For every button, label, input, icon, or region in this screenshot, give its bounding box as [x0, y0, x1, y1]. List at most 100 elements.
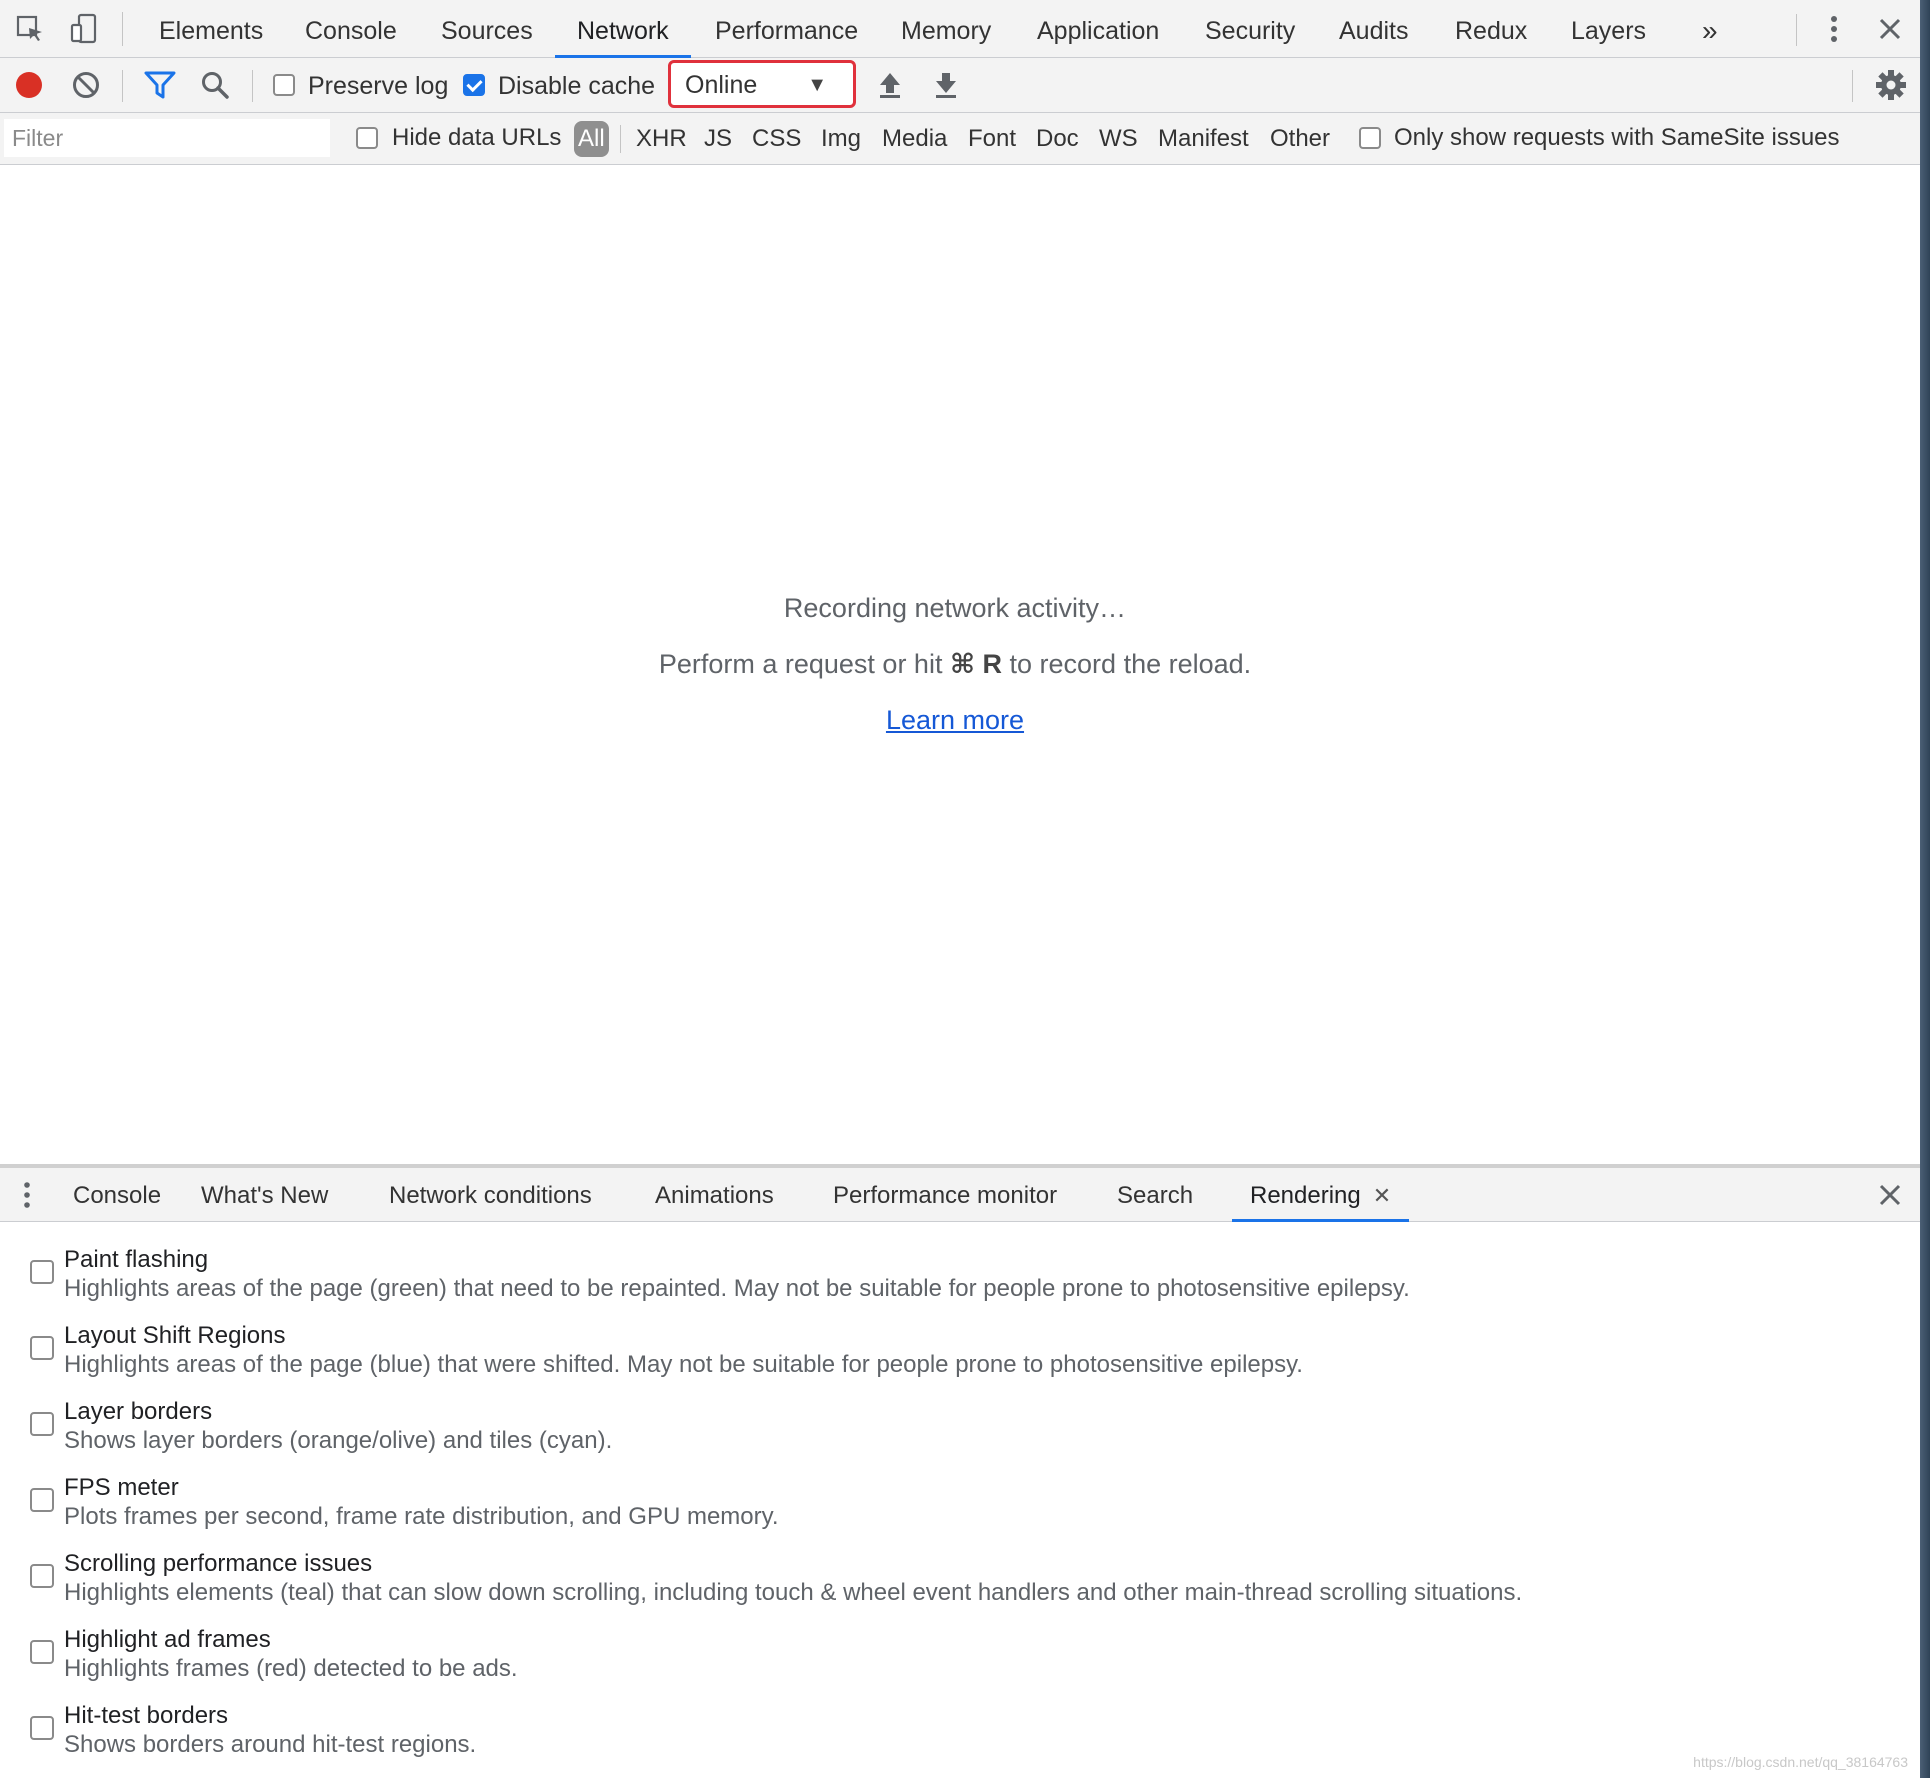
- kebab-menu-icon[interactable]: [1818, 13, 1850, 45]
- filter-bar: Hide data URLs All XHR JS CSS Img Media …: [0, 113, 1920, 165]
- fps-meter-checkbox[interactable]: [30, 1488, 54, 1512]
- tab-redux[interactable]: Redux: [1455, 0, 1527, 58]
- type-filter-font[interactable]: Font: [968, 121, 1016, 157]
- separator: [122, 70, 123, 102]
- type-filter-ws[interactable]: WS: [1099, 121, 1138, 157]
- rendering-option-ad-frames: Highlight ad frames Highlights frames (r…: [0, 1618, 1900, 1690]
- option-title: Hit-test borders: [64, 1702, 229, 1729]
- network-empty-state: Recording network activity… Perform a re…: [0, 165, 1920, 1165]
- separator: [1796, 14, 1797, 46]
- tab-security[interactable]: Security: [1205, 0, 1295, 58]
- type-filter-media[interactable]: Media: [882, 121, 947, 157]
- rendering-option-fps-meter: FPS meter Plots frames per second, frame…: [0, 1466, 1900, 1538]
- learn-more-link[interactable]: Learn more: [0, 705, 1910, 736]
- disable-cache-checkbox[interactable]: [463, 74, 485, 96]
- option-description: Plots frames per second, frame rate dist…: [64, 1503, 779, 1530]
- main-tab-bar: Elements Console Sources Network Perform…: [0, 0, 1920, 58]
- option-title: Paint flashing: [64, 1246, 209, 1273]
- tab-audits[interactable]: Audits: [1339, 0, 1408, 58]
- type-filter-other[interactable]: Other: [1270, 121, 1330, 157]
- close-devtools-icon[interactable]: [1874, 13, 1906, 45]
- separator: [620, 125, 621, 153]
- close-tab-icon[interactable]: ✕: [1373, 1183, 1391, 1208]
- drawer-tab-rendering-label: Rendering: [1250, 1182, 1361, 1209]
- recording-message: Recording network activity…: [783, 593, 1127, 623]
- option-description: Shows layer borders (orange/olive) and t…: [64, 1427, 613, 1454]
- samesite-label: Only show requests with SameSite issues: [1394, 124, 1840, 151]
- tab-elements[interactable]: Elements: [159, 0, 263, 58]
- inspect-element-icon[interactable]: [14, 13, 46, 45]
- layout-shift-checkbox[interactable]: [30, 1336, 54, 1360]
- rendering-option-hit-test-borders: Hit-test borders Shows borders around hi…: [0, 1694, 1900, 1766]
- learn-more-text[interactable]: Learn more: [886, 705, 1024, 735]
- drawer-tab-console[interactable]: Console: [73, 1168, 161, 1222]
- option-description: Shows borders around hit-test regions.: [64, 1731, 477, 1758]
- record-button-icon[interactable]: [12, 68, 46, 102]
- drawer-tab-performance-monitor[interactable]: Performance monitor: [833, 1168, 1057, 1222]
- settings-gear-icon[interactable]: [1874, 68, 1908, 102]
- preserve-log-checkbox[interactable]: [273, 74, 295, 96]
- drawer-tab-bar: Console What's New Network conditions An…: [0, 1168, 1920, 1222]
- close-drawer-icon[interactable]: [1878, 1183, 1902, 1212]
- scrolling-issues-checkbox[interactable]: [30, 1564, 54, 1588]
- reload-hint: Perform a request or hit ⌘ R to record t…: [0, 649, 1910, 680]
- option-description: Highlights elements (teal) that can slow…: [64, 1579, 1523, 1606]
- disable-cache-label: Disable cache: [498, 72, 656, 100]
- type-filter-js[interactable]: JS: [704, 121, 732, 157]
- clear-icon[interactable]: [69, 68, 103, 102]
- layer-borders-checkbox[interactable]: [30, 1412, 54, 1436]
- reload-shortcut: ⌘ R: [949, 649, 1003, 679]
- drawer-menu-icon[interactable]: [22, 1180, 32, 1215]
- ad-frames-checkbox[interactable]: [30, 1640, 54, 1664]
- hide-data-urls-checkbox[interactable]: [356, 127, 378, 149]
- type-filter-xhr[interactable]: XHR: [636, 121, 687, 157]
- rendering-option-paint-flashing: Paint flashing Highlights areas of the p…: [0, 1238, 1900, 1310]
- separator: [1852, 70, 1853, 102]
- separator: [122, 12, 123, 46]
- rendering-option-layer-borders: Layer borders Shows layer borders (orang…: [0, 1390, 1900, 1462]
- rendering-option-scrolling-issues: Scrolling performance issues Highlights …: [0, 1542, 1900, 1614]
- tab-application[interactable]: Application: [1037, 0, 1159, 58]
- drawer-tab-search[interactable]: Search: [1117, 1168, 1193, 1222]
- tab-network[interactable]: Network: [555, 0, 691, 58]
- separator: [252, 70, 253, 102]
- rendering-option-layout-shift: Layout Shift Regions Highlights areas of…: [0, 1314, 1900, 1386]
- type-filter-img[interactable]: Img: [821, 121, 861, 157]
- tab-console[interactable]: Console: [305, 0, 397, 58]
- option-title: Highlight ad frames: [64, 1626, 271, 1653]
- tab-performance[interactable]: Performance: [715, 0, 858, 58]
- chevron-down-icon: ▼: [807, 74, 827, 96]
- option-title: Layer borders: [64, 1398, 213, 1425]
- drawer-tab-animations[interactable]: Animations: [655, 1168, 774, 1222]
- watermark: https://blog.csdn.net/qq_38164763: [1693, 1754, 1908, 1770]
- tab-sources[interactable]: Sources: [441, 0, 533, 58]
- network-toolbar: Preserve log Disable cache: [0, 58, 1920, 113]
- paint-flashing-checkbox[interactable]: [30, 1260, 54, 1284]
- samesite-checkbox[interactable]: [1359, 127, 1381, 149]
- type-filter-manifest[interactable]: Manifest: [1158, 121, 1249, 157]
- reload-hint-prefix: Perform a request or hit: [658, 649, 950, 679]
- search-icon[interactable]: [198, 68, 232, 102]
- drawer-tab-rendering[interactable]: Rendering ✕: [1232, 1168, 1410, 1222]
- more-tabs-button[interactable]: »: [1702, 0, 1718, 58]
- throttling-select[interactable]: Online ▼: [668, 60, 856, 108]
- drawer-tab-whats-new[interactable]: What's New: [201, 1168, 328, 1222]
- import-har-icon[interactable]: [873, 68, 907, 102]
- option-description: Highlights frames (red) detected to be a…: [64, 1655, 518, 1682]
- tab-memory[interactable]: Memory: [901, 0, 991, 58]
- devtools-window: Elements Console Sources Network Perform…: [0, 0, 1920, 1778]
- type-filter-doc[interactable]: Doc: [1036, 121, 1079, 157]
- device-toolbar-icon[interactable]: [68, 13, 100, 45]
- filter-funnel-icon[interactable]: [143, 68, 177, 102]
- hit-test-borders-checkbox[interactable]: [30, 1716, 54, 1740]
- option-title: FPS meter: [64, 1474, 179, 1501]
- type-filter-all[interactable]: All: [574, 121, 609, 157]
- filter-input[interactable]: [4, 119, 330, 157]
- option-description: Highlights areas of the page (blue) that…: [64, 1351, 1303, 1378]
- tab-layers[interactable]: Layers: [1571, 0, 1646, 58]
- type-filter-css[interactable]: CSS: [752, 121, 801, 157]
- reload-hint-suffix: to record the reload.: [1002, 649, 1252, 679]
- export-har-icon[interactable]: [929, 68, 963, 102]
- preserve-log-label: Preserve log: [308, 72, 449, 100]
- drawer-tab-network-conditions[interactable]: Network conditions: [389, 1168, 592, 1222]
